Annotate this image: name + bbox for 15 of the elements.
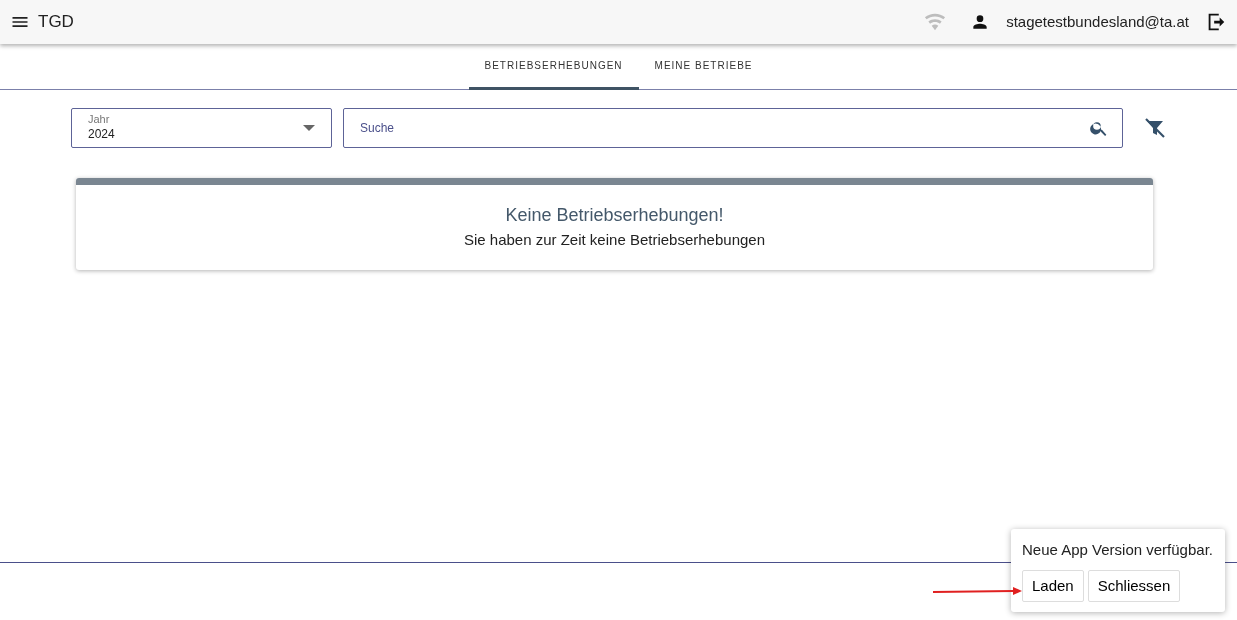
update-message: Neue App Version verfügbar. (1022, 540, 1214, 560)
tab[interactable]: MEINE BETRIEBE (638, 44, 769, 90)
year-label: Jahr (88, 113, 111, 125)
empty-state-message: Sie haben zur Zeit keine Betriebserhebungen (462, 230, 766, 250)
popup-button[interactable]: Schliessen (1087, 569, 1181, 602)
dropdown-caret-icon (303, 125, 315, 131)
user-email: stagetestbundesland@ta.at (1006, 11, 1189, 32)
year-select[interactable]: Jahr 2024 (71, 108, 332, 148)
filter-off-icon[interactable] (1143, 116, 1167, 140)
tab[interactable]: BETRIEBSERHEBUNGEN (468, 44, 639, 90)
empty-state-title: Keine Betriebserhebungen! (504, 204, 725, 227)
search-field[interactable]: Suche (343, 108, 1123, 148)
popup-button[interactable]: Laden (1022, 569, 1084, 602)
app-title: TGD (38, 11, 74, 34)
year-value: 2024 (88, 125, 116, 143)
